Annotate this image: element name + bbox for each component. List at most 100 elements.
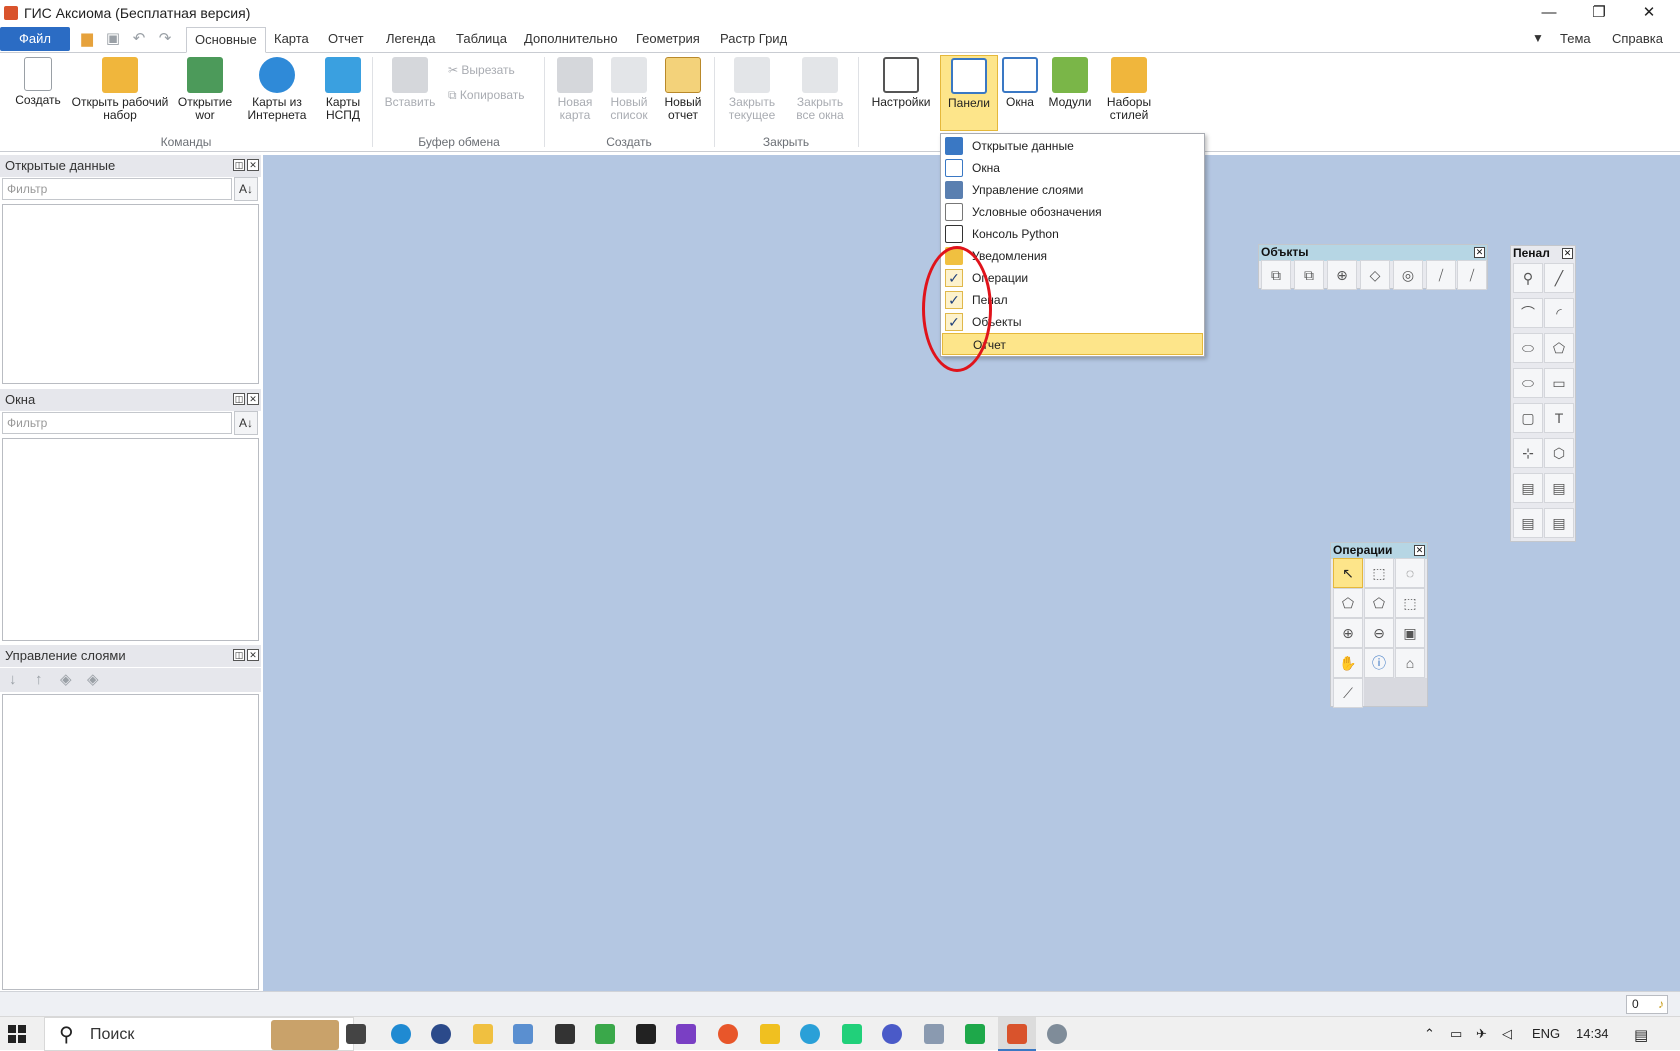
notifications-icon[interactable]: ▤ [1634,1026,1648,1044]
layers-icon[interactable]: ◈ [87,668,99,692]
pycharm-icon[interactable] [842,1024,862,1044]
open-folder-icon[interactable]: ▆ [78,31,96,47]
split-icon[interactable]: ⧉ [1294,260,1324,290]
select-rect-icon[interactable]: ⬚ [1364,558,1394,588]
split-line-icon[interactable]: ⧸ [1426,260,1456,290]
close-icon[interactable]: ✕ [1562,248,1573,259]
tab-legend[interactable]: Легенда [378,27,443,53]
ellipse-icon[interactable]: ⬭ [1513,333,1543,363]
active-app-tile[interactable] [998,1017,1036,1051]
windows-button[interactable]: Окна [1000,57,1040,109]
rounded-rect-icon[interactable]: ▢ [1513,403,1543,433]
modules-button[interactable]: Модули [1046,57,1094,109]
insert-table-icon[interactable]: ▤ [1513,508,1543,538]
tray-chevron-icon[interactable]: ⌃ [1424,1026,1435,1042]
tab-main[interactable]: Основные [186,27,266,53]
task-view-icon[interactable] [346,1024,366,1044]
menu-item-open-data[interactable]: Открытые данные [942,135,1203,157]
cut-object-icon[interactable]: ⧸ [1457,260,1487,290]
rectangle-icon[interactable]: ▭ [1544,368,1574,398]
app-icon[interactable] [595,1024,615,1044]
create-button[interactable]: Создать [12,57,64,107]
ide-icon[interactable] [636,1024,656,1044]
menu-item-layers[interactable]: Управление слоями [942,179,1203,201]
settings-button[interactable]: Настройки [868,57,934,109]
file-menu-button[interactable]: Файл [0,27,70,51]
float-panel-icon[interactable]: ◫ [233,649,245,661]
tab-raster-grid[interactable]: Растр Грид [712,27,795,53]
taskbar-search-box[interactable]: ⚲ Поиск [44,1017,354,1051]
close-button[interactable]: ✕ [1626,0,1672,26]
tab-table[interactable]: Таблица [448,27,515,53]
help-menu[interactable]: Справка [1612,31,1663,46]
pan-hand-icon[interactable]: ✋ [1333,648,1363,678]
menu-item-python-console[interactable]: Консоль Python [942,223,1203,245]
undo-icon[interactable]: ↶ [130,31,148,47]
theme-menu[interactable]: Тема [1560,31,1591,46]
open-workset-button[interactable]: Открыть рабочий набор [68,57,172,122]
new-map-button[interactable]: Новая карта [550,57,600,122]
paste-button[interactable]: Вставить [380,57,440,109]
open-wor-button[interactable]: Открытие wor [174,57,236,122]
style-sets-button[interactable]: Наборы стилей [1100,57,1158,122]
app-icon[interactable] [924,1024,944,1044]
close-current-button[interactable]: Закрыть текущее [720,57,784,122]
info-icon[interactable]: ⓘ [1364,648,1394,678]
arc-icon[interactable]: ◜ [1544,298,1574,328]
polyline-icon[interactable]: ⌒ [1513,298,1543,328]
change-view-icon[interactable]: ▣ [1395,618,1425,648]
label-icon[interactable]: ▤ [1513,473,1543,503]
add-node-icon[interactable]: ⊹ [1513,438,1543,468]
copy-button[interactable]: ⧉ Копировать [448,88,525,103]
erase-icon[interactable]: ⊕ [1327,260,1357,290]
save-icon[interactable]: ▣ [104,31,122,47]
select-boundary-icon[interactable]: ⬚ [1395,588,1425,618]
new-report-button[interactable]: Новый отчет [658,57,708,122]
app-icon[interactable] [882,1024,902,1044]
sort-icon[interactable]: A↓ [234,411,258,435]
add-layer-icon[interactable]: ◈ [60,668,72,692]
tab-additional[interactable]: Дополнительно [516,27,626,53]
minimize-button[interactable]: — [1526,0,1572,26]
edit-label-icon[interactable]: ▤ [1544,473,1574,503]
select-arrow-icon[interactable]: ↖ [1333,558,1363,588]
app-icon[interactable] [1047,1024,1067,1044]
volume-icon[interactable]: ◁ [1502,1026,1512,1042]
app-icon[interactable] [513,1024,533,1044]
visual-studio-icon[interactable] [676,1024,696,1044]
app-icon[interactable] [760,1024,780,1044]
redo-icon[interactable]: ↷ [156,31,174,47]
point-icon[interactable]: ⚲ [1513,263,1543,293]
close-all-button[interactable]: Закрыть все окна [788,57,852,122]
ellipse-filled-icon[interactable]: ⬭ [1513,368,1543,398]
language-indicator[interactable]: ENG [1532,1026,1560,1041]
select-region-icon[interactable]: ⬠ [1333,588,1363,618]
float-panel-icon[interactable]: ◫ [233,159,245,171]
battery-icon[interactable]: ▭ [1450,1026,1462,1042]
intersect-icon[interactable]: ◇ [1360,260,1390,290]
clock[interactable]: 14:34 [1576,1026,1609,1041]
zoom-in-icon[interactable]: ⊕ [1333,618,1363,648]
reshape-icon[interactable]: ⬡ [1544,438,1574,468]
line-icon[interactable]: ╱ [1544,263,1574,293]
edge-icon[interactable] [391,1024,411,1044]
layers-list[interactable] [2,694,259,990]
float-panel-icon[interactable]: ◫ [233,393,245,405]
buffer-icon[interactable]: ◎ [1393,260,1423,290]
windows-list[interactable] [2,438,259,641]
new-list-button[interactable]: Новый список [604,57,654,122]
notification-counter[interactable]: 0 ♪ [1626,995,1668,1014]
text-icon[interactable]: T [1544,403,1574,433]
select-radius-icon[interactable]: ◌ [1395,558,1425,588]
file-explorer-icon[interactable] [473,1024,493,1044]
open-data-list[interactable] [2,204,259,384]
menu-item-windows[interactable]: Окна [942,157,1203,179]
maps-internet-button[interactable]: Карты из Интернета [244,57,310,122]
collapse-ribbon-icon[interactable]: ▼ [1532,31,1544,45]
windows-start-icon[interactable] [8,1025,26,1043]
zoom-out-icon[interactable]: ⊖ [1364,618,1394,648]
move-up-icon[interactable]: ↑ [35,668,43,692]
insert-legend-icon[interactable]: ▤ [1544,508,1574,538]
panels-button[interactable]: Панели [940,55,998,131]
close-icon[interactable]: ✕ [247,649,259,661]
